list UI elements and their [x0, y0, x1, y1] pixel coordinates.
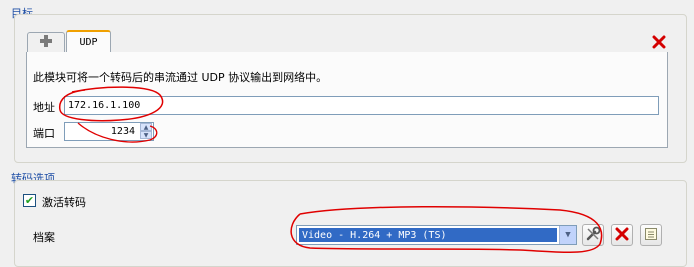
remove-destination-button[interactable]: [652, 35, 666, 49]
profile-select[interactable]: Video - H.264 + MP3 (TS) ▼: [296, 225, 577, 245]
port-down-button[interactable]: ▼: [140, 131, 152, 139]
port-value: 1234: [110, 126, 135, 137]
port-up-button[interactable]: ▲: [140, 123, 152, 131]
address-label: 地址: [33, 101, 55, 114]
address-value: 172.16.1.100: [68, 100, 141, 111]
tab-udp-label: UDP: [79, 37, 98, 48]
tab-udp[interactable]: UDP: [66, 30, 111, 53]
new-profile-button[interactable]: [640, 224, 662, 246]
plus-icon: [39, 34, 53, 51]
red-x-icon: [615, 227, 629, 244]
red-x-icon: [652, 35, 666, 52]
port-label: 端口: [33, 127, 55, 140]
address-input[interactable]: 172.16.1.100: [64, 96, 659, 115]
udp-description: 此模块可将一个转码后的串流通过 UDP 协议输出到网络中。: [33, 71, 328, 84]
edit-profile-button[interactable]: [582, 224, 604, 246]
list-icon: [644, 227, 658, 244]
wrench-icon: [585, 226, 601, 245]
delete-profile-button[interactable]: [611, 224, 633, 246]
add-tab[interactable]: [27, 32, 65, 52]
activate-transcode-label: 激活转码: [42, 196, 86, 209]
activate-transcode-checkbox[interactable]: ✔: [23, 194, 36, 207]
chevron-down-icon[interactable]: ▼: [559, 226, 576, 244]
profile-select-value: Video - H.264 + MP3 (TS): [299, 228, 557, 242]
check-icon: ✔: [24, 194, 35, 207]
profile-label: 档案: [33, 231, 55, 244]
